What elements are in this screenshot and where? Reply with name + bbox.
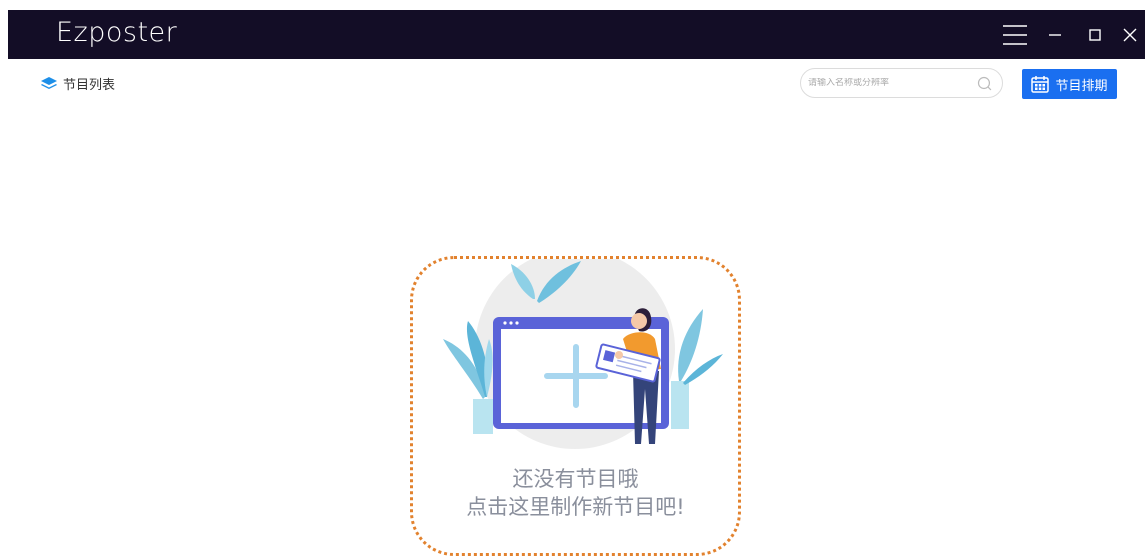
title-bar: Ezposter bbox=[8, 10, 1145, 59]
schedule-button-label: 节目排期 bbox=[1055, 78, 1108, 94]
minimize-button[interactable] bbox=[1035, 10, 1075, 59]
calendar-icon bbox=[1031, 76, 1050, 93]
create-program-card[interactable]: 还没有节目哦 点击这里制作新节目吧! bbox=[410, 256, 741, 556]
schedule-button[interactable]: 节目排期 bbox=[1022, 69, 1117, 99]
empty-state-illustration bbox=[443, 259, 723, 449]
search-input[interactable] bbox=[808, 78, 978, 88]
window-controls bbox=[995, 10, 1145, 59]
program-list-label: 节目列表 bbox=[63, 78, 116, 93]
search-icon[interactable] bbox=[977, 76, 992, 91]
menu-icon bbox=[1003, 24, 1027, 45]
search-box bbox=[800, 68, 1003, 98]
empty-message-action: 点击这里制作新节目吧! bbox=[466, 495, 685, 519]
toolbar: 节目列表 节目排期 bbox=[0, 59, 1145, 109]
app-logo: Ezposter bbox=[56, 17, 178, 48]
minimize-icon bbox=[1049, 33, 1061, 36]
maximize-button[interactable] bbox=[1075, 10, 1115, 59]
menu-button[interactable] bbox=[995, 10, 1035, 59]
empty-message-title: 还没有节目哦 bbox=[512, 467, 639, 491]
maximize-icon bbox=[1089, 28, 1101, 41]
close-icon bbox=[1123, 28, 1137, 41]
program-list-heading: 节目列表 bbox=[40, 74, 115, 93]
layers-icon bbox=[41, 77, 57, 89]
close-button[interactable] bbox=[1115, 10, 1145, 59]
